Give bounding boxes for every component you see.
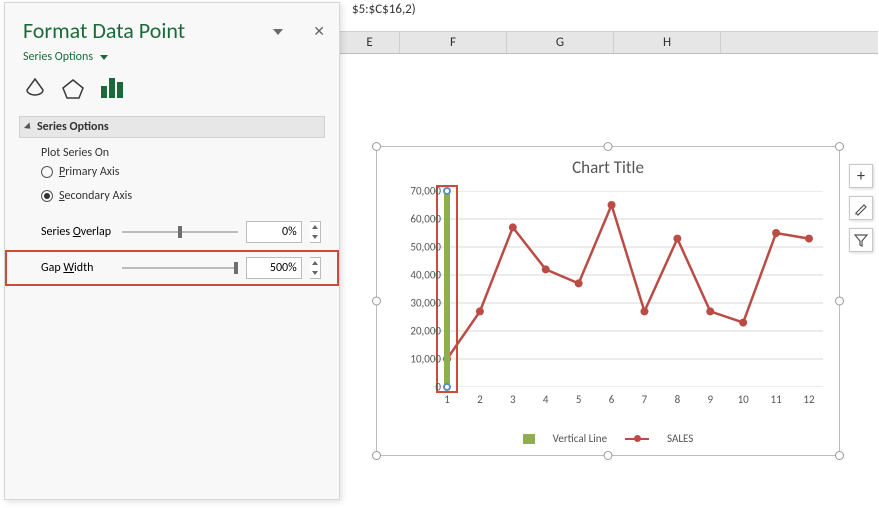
gap-width-input[interactable] (246, 257, 302, 279)
series-overlap-label: Series Overlap (41, 225, 114, 239)
plus-icon: + (857, 167, 865, 186)
x-axis-tick: 3 (510, 393, 516, 406)
chart-object[interactable]: Chart Title 0 10,000 20,000 30,000 40,000 50,… (376, 146, 840, 456)
pane-subtitle[interactable]: Series Options (23, 50, 93, 64)
x-axis-tick: 10 (738, 393, 749, 406)
selection-handle-icon[interactable] (443, 383, 451, 391)
column-header[interactable]: F (400, 32, 507, 53)
radio-icon (41, 166, 53, 178)
y-axis-tick: 0 (435, 381, 441, 394)
primary-axis-radio[interactable]: Primary Axis (41, 160, 313, 184)
expander-icon (24, 122, 33, 131)
x-axis-tick: 2 (477, 393, 483, 406)
chart-elements-button[interactable]: + (849, 164, 873, 188)
series-overlap-spinner[interactable] (310, 221, 321, 243)
y-axis-tick: 10,000 (410, 353, 441, 366)
gap-width-slider[interactable] (122, 267, 238, 269)
y-axis-tick: 70,000 (410, 185, 441, 198)
x-axis-tick: 6 (609, 393, 615, 406)
x-axis-tick: 5 (576, 393, 582, 406)
brush-icon (853, 200, 869, 216)
funnel-icon (853, 232, 869, 248)
pane-title: Format Data Point (23, 17, 185, 44)
legend-label-sales: SALES (667, 432, 693, 445)
x-axis-tick: 1 (444, 393, 450, 406)
series-overlap-row: Series Overlap (5, 214, 339, 250)
chevron-down-icon[interactable] (273, 29, 283, 35)
chart-styles-button[interactable] (849, 196, 873, 220)
legend-swatch-bar-icon (523, 434, 535, 444)
fill-icon[interactable] (23, 76, 47, 100)
legend-label-vertical-line: Vertical Line (553, 432, 607, 445)
formula-bar-text: $5:$C$16,2) (352, 2, 416, 17)
series-overlap-input[interactable] (246, 221, 302, 243)
close-icon[interactable]: ✕ (313, 23, 325, 40)
y-axis-tick: 40,000 (410, 269, 441, 282)
format-data-point-pane: Format Data Point ✕ Series Options Serie… (4, 2, 340, 500)
chart-filters-button[interactable] (849, 228, 873, 252)
gap-width-label: Gap Width (41, 261, 114, 275)
vertical-line-bar[interactable] (444, 191, 450, 387)
column-headers: E F G H (340, 32, 878, 54)
column-header[interactable]: H (614, 32, 721, 53)
gap-width-spinner[interactable] (310, 257, 321, 279)
chevron-down-icon[interactable] (100, 55, 108, 60)
gap-width-row: Gap Width (5, 250, 339, 286)
column-header[interactable]: G (507, 32, 614, 53)
plot-series-on-label: Plot Series On (41, 146, 313, 160)
x-axis-tick: 4 (543, 393, 549, 406)
series-options-section-header[interactable]: Series Options (19, 116, 325, 138)
legend-swatch-line-icon (625, 438, 649, 440)
selection-handle-icon[interactable] (443, 187, 451, 195)
y-axis-tick: 20,000 (410, 325, 441, 338)
section-header-label: Series Options (37, 120, 109, 134)
y-axis-tick: 50,000 (410, 241, 441, 254)
plot-area[interactable] (433, 191, 823, 387)
series-options-icon[interactable] (99, 76, 125, 100)
radio-icon (41, 190, 53, 202)
x-axis-tick: 8 (675, 393, 681, 406)
x-axis-tick: 12 (803, 393, 814, 406)
y-axis-tick: 30,000 (410, 297, 441, 310)
column-header[interactable]: E (340, 32, 400, 53)
secondary-axis-label: Secondary Axis (59, 189, 132, 203)
series-overlap-slider[interactable] (122, 231, 238, 233)
x-axis-tick: 11 (771, 393, 782, 406)
secondary-axis-radio[interactable]: Secondary Axis (41, 184, 313, 208)
y-axis-tick: 60,000 (410, 213, 441, 226)
chart-title[interactable]: Chart Title (377, 147, 839, 180)
x-axis-tick: 7 (642, 393, 648, 406)
effects-icon[interactable] (61, 76, 85, 100)
chart-legend[interactable]: Vertical Line SALES (377, 432, 839, 445)
primary-axis-label: Primary Axis (59, 165, 119, 179)
x-axis-tick: 9 (707, 393, 713, 406)
